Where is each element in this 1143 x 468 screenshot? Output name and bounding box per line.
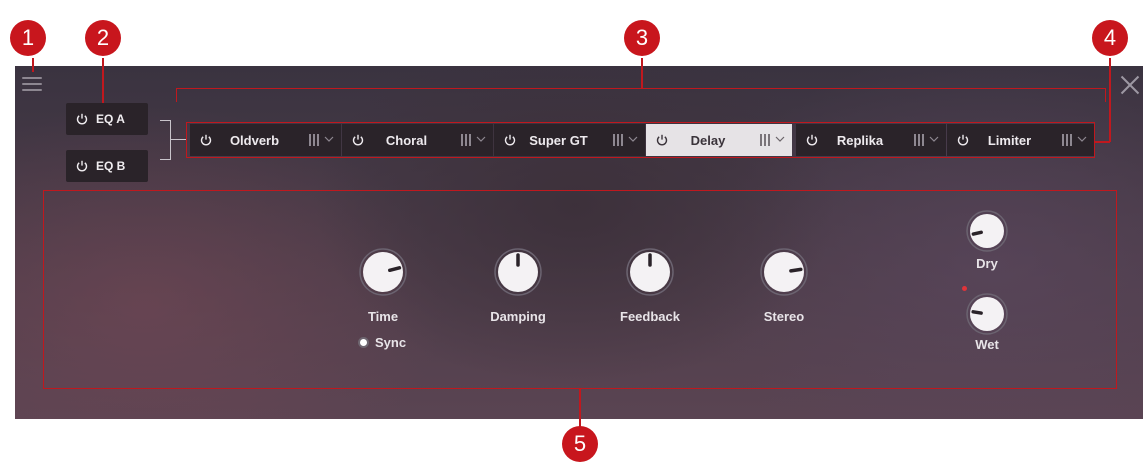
callout-badge-3: 3 — [624, 20, 660, 56]
power-icon — [76, 160, 88, 172]
callout-badge-5: 5 — [562, 426, 598, 462]
eq-b-label: EQ B — [96, 159, 126, 173]
callout-badge-2: 2 — [85, 20, 121, 56]
power-icon — [76, 113, 88, 125]
eq-a-label: EQ A — [96, 112, 125, 126]
callout-badge-1: 1 — [10, 20, 46, 56]
close-icon[interactable] — [1120, 75, 1140, 95]
routing-bracket — [160, 120, 171, 160]
callout-4-tick — [1094, 141, 1110, 143]
callout-4-line — [1109, 58, 1111, 142]
callout-5-box — [43, 190, 1117, 389]
routing-connector — [170, 139, 186, 140]
callout-1-line — [32, 58, 34, 72]
callout-3-bracket — [176, 88, 1106, 102]
menu-icon[interactable] — [22, 77, 42, 93]
callout-badge-4: 4 — [1092, 20, 1128, 56]
callout-2-line — [102, 58, 104, 103]
callout-chain-box — [186, 122, 1095, 158]
eq-b-button[interactable]: EQ B — [66, 150, 148, 182]
callout-3-line — [641, 58, 643, 88]
eq-a-button[interactable]: EQ A — [66, 103, 148, 135]
callout-5-line — [579, 389, 581, 427]
